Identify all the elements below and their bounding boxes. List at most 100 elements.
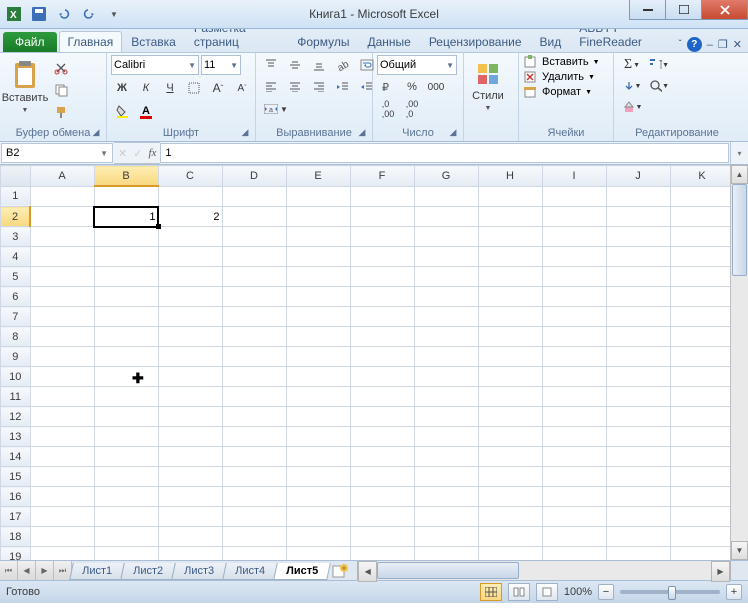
cell-C14[interactable] <box>158 447 222 467</box>
prev-sheet-button[interactable]: ◀ <box>18 561 36 580</box>
alignment-launcher-icon[interactable]: ◢ <box>356 127 368 139</box>
cell-H2[interactable] <box>478 207 542 227</box>
normal-view-button[interactable] <box>480 583 502 601</box>
accounting-format-icon[interactable]: ₽ <box>377 77 399 97</box>
name-box[interactable]: B2▼ <box>1 143 113 163</box>
cell-J8[interactable] <box>606 327 670 347</box>
cell-F16[interactable] <box>350 487 414 507</box>
zoom-out-button[interactable]: − <box>598 584 614 600</box>
cell-G8[interactable] <box>414 327 478 347</box>
italic-button[interactable]: К <box>135 78 157 98</box>
orientation-icon[interactable]: ab <box>332 55 354 75</box>
cell-D18[interactable] <box>222 527 286 547</box>
cell-A4[interactable] <box>30 247 94 267</box>
cells-insert-button[interactable]: Вставить▼ <box>523 55 600 69</box>
cell-A17[interactable] <box>30 507 94 527</box>
row-header-6[interactable]: 6 <box>1 287 31 307</box>
cell-D12[interactable] <box>222 407 286 427</box>
cell-E13[interactable] <box>286 427 350 447</box>
cell-H16[interactable] <box>478 487 542 507</box>
cell-E4[interactable] <box>286 247 350 267</box>
clear-button[interactable]: ▼ <box>618 97 646 117</box>
spreadsheet-grid[interactable]: ABCDEFGHIJK12123456789101112131415161718… <box>0 165 748 560</box>
column-header-B[interactable]: B <box>94 166 158 187</box>
cell-E16[interactable] <box>286 487 350 507</box>
cell-B8[interactable] <box>94 327 158 347</box>
cell-D1[interactable] <box>222 186 286 207</box>
cell-I3[interactable] <box>542 227 606 247</box>
minimize-ribbon-icon[interactable]: ˇ <box>678 39 681 50</box>
font-size-combo[interactable]: 11▼ <box>201 55 241 75</box>
fill-color-button[interactable] <box>111 101 133 121</box>
cell-I11[interactable] <box>542 387 606 407</box>
align-right-icon[interactable] <box>308 77 330 97</box>
column-header-D[interactable]: D <box>222 166 286 187</box>
column-header-H[interactable]: H <box>478 166 542 187</box>
cell-J19[interactable] <box>606 547 670 561</box>
fill-button[interactable]: ▼ <box>618 76 646 96</box>
cell-J10[interactable] <box>606 367 670 387</box>
cell-K15[interactable] <box>670 467 734 487</box>
cell-C4[interactable] <box>158 247 222 267</box>
cell-I9[interactable] <box>542 347 606 367</box>
cell-D16[interactable] <box>222 487 286 507</box>
column-header-A[interactable]: A <box>30 166 94 187</box>
cell-B6[interactable] <box>94 287 158 307</box>
cell-G13[interactable] <box>414 427 478 447</box>
align-middle-icon[interactable] <box>284 55 306 75</box>
column-header-I[interactable]: I <box>542 166 606 187</box>
cell-A5[interactable] <box>30 267 94 287</box>
cell-D7[interactable] <box>222 307 286 327</box>
cell-E19[interactable] <box>286 547 350 561</box>
cell-H15[interactable] <box>478 467 542 487</box>
cell-G3[interactable] <box>414 227 478 247</box>
cell-D14[interactable] <box>222 447 286 467</box>
cell-B1[interactable] <box>94 186 158 207</box>
cell-K5[interactable] <box>670 267 734 287</box>
cell-F18[interactable] <box>350 527 414 547</box>
cell-B2[interactable]: 1 <box>94 207 158 227</box>
cell-K10[interactable] <box>670 367 734 387</box>
cell-J16[interactable] <box>606 487 670 507</box>
cell-F11[interactable] <box>350 387 414 407</box>
cell-C3[interactable] <box>158 227 222 247</box>
number-launcher-icon[interactable]: ◢ <box>447 127 459 139</box>
cell-D13[interactable] <box>222 427 286 447</box>
cell-E15[interactable] <box>286 467 350 487</box>
hscroll-thumb[interactable] <box>377 562 519 579</box>
font-color-button[interactable]: A <box>135 101 157 121</box>
cell-F17[interactable] <box>350 507 414 527</box>
cell-G4[interactable] <box>414 247 478 267</box>
cell-J9[interactable] <box>606 347 670 367</box>
cell-D6[interactable] <box>222 287 286 307</box>
cell-J18[interactable] <box>606 527 670 547</box>
cell-K14[interactable] <box>670 447 734 467</box>
cell-J14[interactable] <box>606 447 670 467</box>
decrease-decimal-icon[interactable]: ,00,0 <box>401 99 423 119</box>
cell-G5[interactable] <box>414 267 478 287</box>
cell-C10[interactable] <box>158 367 222 387</box>
doc-minimize-icon[interactable]: – <box>707 39 713 51</box>
cell-C5[interactable] <box>158 267 222 287</box>
cell-C15[interactable] <box>158 467 222 487</box>
tab-formulas[interactable]: Формулы <box>288 31 358 52</box>
cell-K18[interactable] <box>670 527 734 547</box>
comma-format-icon[interactable]: 000 <box>425 77 447 97</box>
cell-I10[interactable] <box>542 367 606 387</box>
cell-D19[interactable] <box>222 547 286 561</box>
cell-I4[interactable] <box>542 247 606 267</box>
cell-K2[interactable] <box>670 207 734 227</box>
cell-A16[interactable] <box>30 487 94 507</box>
cell-D9[interactable] <box>222 347 286 367</box>
cell-K6[interactable] <box>670 287 734 307</box>
sheet-tab-Лист1[interactable]: Лист1 <box>69 563 125 580</box>
save-icon[interactable] <box>28 3 50 25</box>
increase-font-icon[interactable]: Aˆ <box>207 78 229 98</box>
cell-I14[interactable] <box>542 447 606 467</box>
cell-G14[interactable] <box>414 447 478 467</box>
cell-G2[interactable] <box>414 207 478 227</box>
row-header-5[interactable]: 5 <box>1 267 31 287</box>
cell-J15[interactable] <box>606 467 670 487</box>
cell-E7[interactable] <box>286 307 350 327</box>
column-header-C[interactable]: C <box>158 166 222 187</box>
